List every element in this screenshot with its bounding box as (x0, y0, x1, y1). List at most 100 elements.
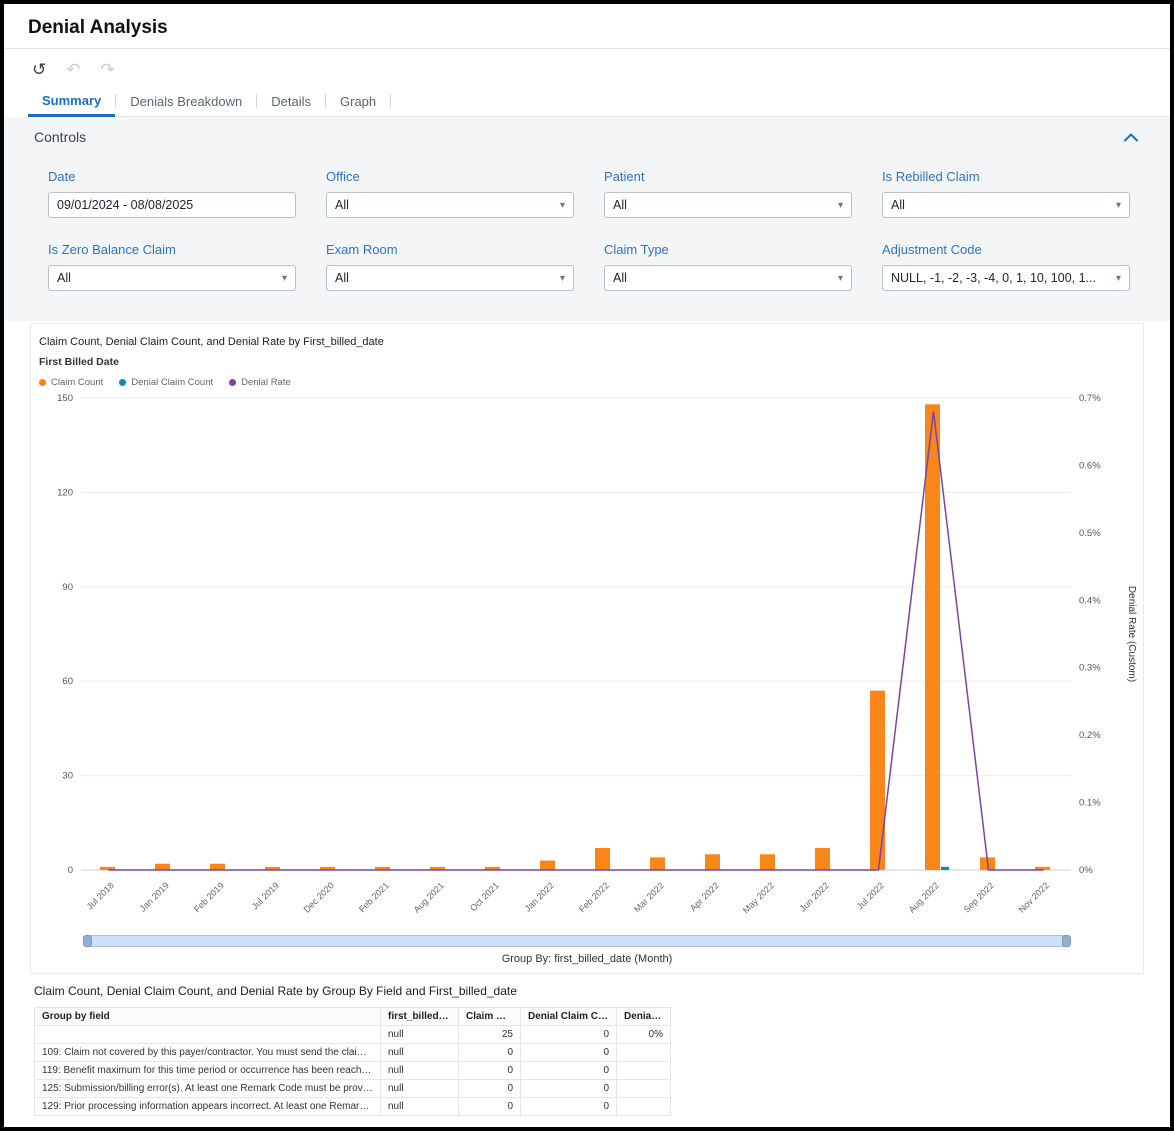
table-cell: 0 (520, 1043, 617, 1062)
date-range-input[interactable]: 09/01/2024 - 08/08/2025 (48, 192, 296, 218)
x-axis-tick-label: Aug 2022 (907, 880, 941, 914)
bar-denial-claim-count[interactable] (941, 866, 949, 870)
x-axis-tick-label: Oct 2021 (468, 880, 501, 913)
table-cell (616, 1043, 671, 1062)
tab-separator (390, 94, 392, 108)
line-denial-rate[interactable] (108, 411, 1044, 871)
table-cell: null (380, 1061, 459, 1080)
table-widget: Claim Count, Denial Claim Count, and Den… (34, 984, 1144, 1116)
field-label: Claim Type (604, 242, 669, 257)
table-cell: 0 (520, 1061, 617, 1080)
redo-icon[interactable]: ↷ (101, 61, 115, 78)
legend-label: Claim Count (51, 377, 104, 388)
right-axis-tick-label: 0.5% (1079, 528, 1101, 539)
table-title: Claim Count, Denial Claim Count, and Den… (34, 984, 517, 998)
chart-plot-area: 0 30 60 90 120 150 0% 0.1% 0.2% 0.3% 0.4% 0.5% 0.6% 0… (37, 390, 1137, 927)
bar-claim-count[interactable] (760, 854, 775, 870)
toolbar: ↺ ↶ ↷ (4, 49, 1170, 84)
chevron-down-icon: ▾ (281, 272, 287, 284)
bar-claim-count[interactable] (705, 854, 720, 870)
x-axis-tick-label: Feb 2022 (577, 880, 611, 914)
bar-claim-count[interactable] (870, 690, 885, 870)
controls-title: Controls (34, 129, 87, 145)
controls-fields: Date 09/01/2024 - 08/08/2025 Office All … (48, 169, 1140, 291)
claim-type-select[interactable]: All ▾ (604, 265, 852, 291)
chart-range-scrollbar[interactable] (83, 935, 1071, 947)
table-row[interactable]: null 25 0 0% (34, 1025, 671, 1044)
table-cell: 0 (520, 1025, 617, 1044)
right-axis-tick-label: 0.3% (1079, 663, 1101, 674)
patient-select[interactable]: All ▾ (604, 192, 852, 218)
bar-claim-count[interactable] (650, 857, 665, 870)
table-cell (34, 1025, 381, 1044)
denial-rate-chart: 0 30 60 90 120 150 0% 0.1% 0.2% 0.3% 0.4% 0.5% 0.6% 0… (57, 393, 1137, 915)
bar-claim-count[interactable] (595, 847, 610, 870)
x-axis-tick-label: Feb 2021 (357, 880, 391, 914)
field-is-zero-balance-claim: Is Zero Balance Claim All ▾ (48, 242, 296, 291)
tab-details[interactable]: Details (257, 86, 325, 116)
column-header: Denial Rate (616, 1007, 671, 1026)
scrollbar-handle-left[interactable] (83, 935, 92, 947)
chevron-down-icon: ▾ (1115, 199, 1121, 211)
table-row[interactable]: 125: Submission/billing error(s). At lea… (34, 1079, 671, 1098)
left-axis-tick-label: 120 (57, 487, 73, 498)
bar-claim-count[interactable] (210, 863, 225, 870)
legend-item-denial-claim-count[interactable]: Denial Claim Count (119, 377, 213, 388)
chart-legend: Claim Count Denial Claim Count Denial Rate (39, 377, 1137, 388)
legend-item-denial-rate[interactable]: Denial Rate (229, 377, 291, 388)
x-axis-tick-label: Nov 2022 (1017, 880, 1051, 914)
table-cell (616, 1061, 671, 1080)
table-row[interactable]: 109: Claim not covered by this payer/con… (34, 1043, 671, 1062)
exam-room-select[interactable]: All ▾ (326, 265, 574, 291)
controls-panel: Controls Date 09/01/2024 - 08/08/2025 Of… (4, 117, 1170, 321)
x-axis-tick-label: Dec 2020 (302, 880, 336, 914)
legend-marker (119, 379, 127, 386)
adjustment-code-select[interactable]: NULL, -1, -2, -3, -4, 0, 1, 10, 100, 1..… (882, 265, 1130, 291)
scrollbar-handle-right[interactable] (1062, 935, 1071, 947)
tab-bar: Summary Denials Breakdown Details Graph (28, 86, 1170, 117)
field-label: Is Rebilled Claim (882, 169, 980, 184)
field-label: Patient (604, 169, 645, 184)
denial-analysis-page: Denial Analysis ↺ ↶ ↷ Summary Denials Br… (0, 0, 1174, 1131)
table-row[interactable]: 129: Prior processing information appear… (34, 1097, 671, 1116)
denial-table: Group by field first_billed_date Claim C… (34, 1007, 671, 1116)
table-cell: 25 (458, 1025, 521, 1044)
table-cell: null (380, 1043, 459, 1062)
tab-denials-breakdown[interactable]: Denials Breakdown (116, 86, 256, 116)
x-axis-tick-label: Jan 2019 (138, 880, 171, 913)
is-zero-balance-claim-select[interactable]: All ▾ (48, 265, 296, 291)
bar-claim-count[interactable] (155, 863, 170, 870)
x-axis-tick-label: Jul 2019 (250, 880, 281, 911)
table-cell: 125: Submission/billing error(s). At lea… (34, 1079, 381, 1098)
refresh-icon[interactable]: ↺ (32, 61, 46, 78)
field-label: Exam Room (326, 242, 398, 257)
office-select[interactable]: All ▾ (326, 192, 574, 218)
x-axis-tick-label: Mar 2022 (632, 880, 666, 914)
legend-label: Denial Rate (241, 377, 291, 388)
table-cell: 0 (458, 1061, 521, 1080)
column-header: Denial Claim Count (520, 1007, 617, 1026)
bar-claim-count[interactable] (815, 847, 830, 870)
chevron-down-icon: ▾ (559, 272, 565, 284)
is-rebilled-claim-select[interactable]: All ▾ (882, 192, 1130, 218)
page-header: Denial Analysis (4, 4, 1170, 49)
chevron-down-icon: ▾ (1115, 272, 1121, 284)
chevron-down-icon: ▾ (559, 199, 565, 211)
legend-marker (229, 379, 237, 386)
field-label: Date (48, 169, 76, 184)
bar-claim-count[interactable] (540, 860, 555, 870)
table-cell: 119: Benefit maximum for this time perio… (34, 1061, 381, 1080)
x-axis-tick-label: Jul 2022 (855, 880, 886, 911)
chevron-up-icon[interactable] (1122, 131, 1140, 144)
left-axis-tick-label: 30 (62, 771, 73, 782)
bar-claim-count[interactable] (925, 404, 940, 870)
undo-icon[interactable]: ↶ (66, 61, 80, 78)
tab-graph[interactable]: Graph (326, 86, 390, 116)
x-axis-tick-label: Jan 2022 (523, 880, 556, 913)
table-cell: 0 (458, 1079, 521, 1098)
chart-widget: Claim Count, Denial Claim Count, and Den… (30, 323, 1144, 974)
tab-summary[interactable]: Summary (28, 86, 116, 117)
x-axis-tick-label: Sep 2022 (962, 880, 996, 914)
table-row[interactable]: 119: Benefit maximum for this time perio… (34, 1061, 671, 1080)
legend-item-claim-count[interactable]: Claim Count (39, 377, 103, 388)
